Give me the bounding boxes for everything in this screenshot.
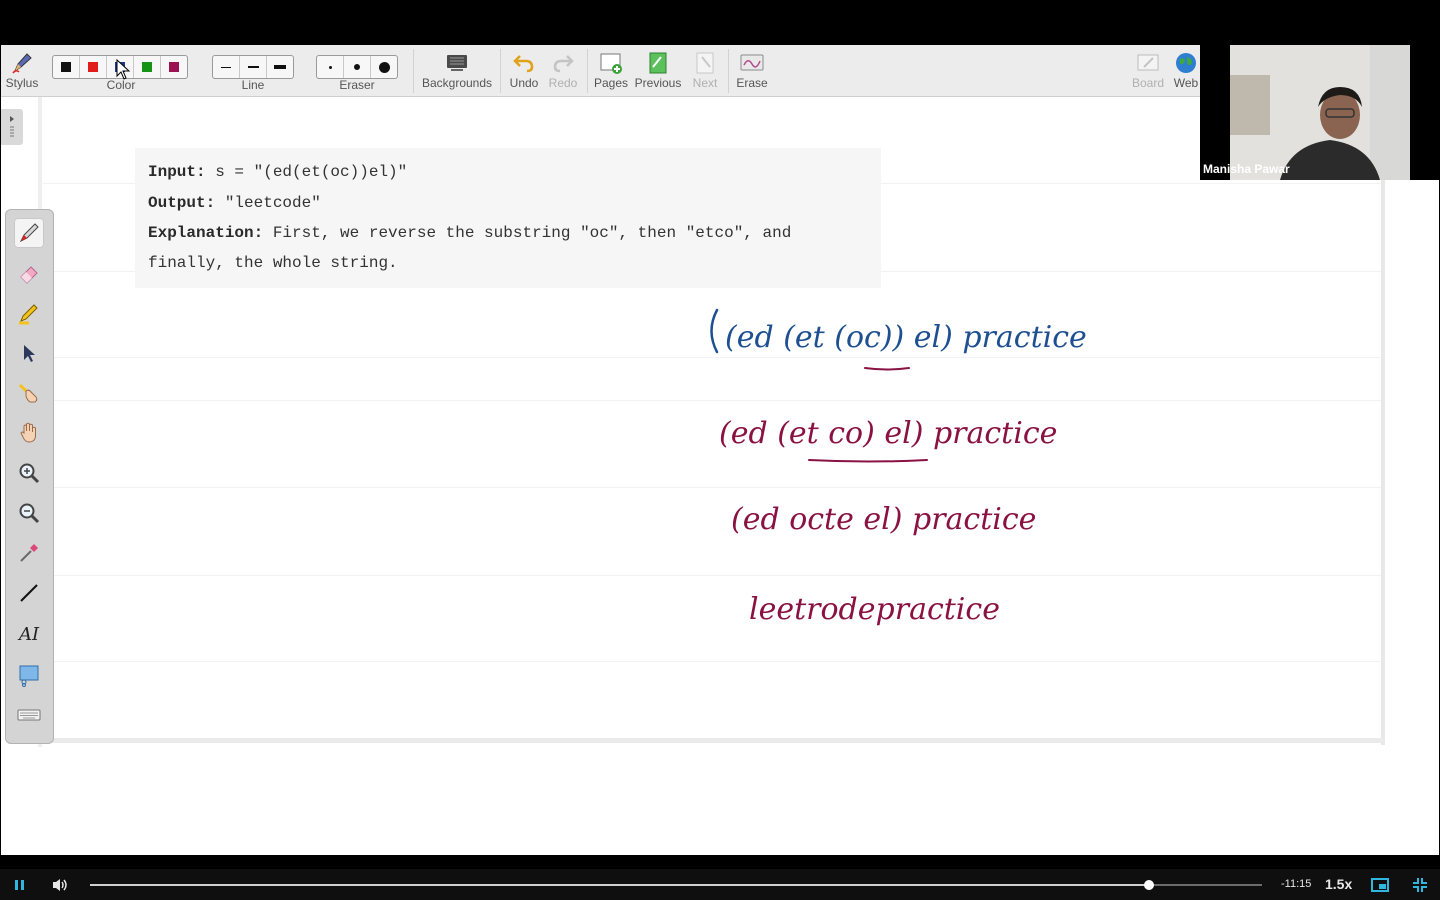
svg-text:AI: AI bbox=[17, 624, 40, 645]
exit-fullscreen-button[interactable] bbox=[1410, 875, 1430, 895]
pause-icon bbox=[15, 880, 24, 890]
handwriting-line-1-text: (ed (et (oc)) el) practice bbox=[725, 320, 1087, 355]
picture-in-picture-button[interactable] bbox=[1370, 875, 1390, 895]
progress-handle[interactable] bbox=[1144, 880, 1155, 890]
eraser-icon bbox=[20, 266, 38, 284]
text-tool-button[interactable]: AI bbox=[14, 618, 44, 648]
select-arrow-icon bbox=[24, 345, 35, 362]
zoom-out-icon bbox=[19, 503, 40, 524]
picture-in-picture-icon bbox=[1371, 878, 1389, 892]
pointer-hand-icon bbox=[18, 383, 38, 403]
progress-bar[interactable] bbox=[90, 880, 1262, 890]
handwriting-line-2: (ed (et co) el) practice bbox=[719, 416, 1057, 463]
eyedropper-tool-button[interactable] bbox=[14, 538, 44, 568]
highlighter-icon bbox=[19, 304, 38, 325]
handwriting-line-2-text: (ed (et co) el) practice bbox=[719, 416, 1057, 451]
time-remaining: -11:15 bbox=[1281, 878, 1312, 890]
text-tool-icon: AI bbox=[17, 624, 40, 645]
line-tool-button[interactable] bbox=[14, 578, 44, 608]
screen-capture-icon bbox=[19, 665, 39, 687]
zoom-in-tool-button[interactable] bbox=[14, 458, 44, 488]
mouse-cursor-icon bbox=[116, 59, 131, 80]
handwriting-line-4-text: leetrodepractice bbox=[749, 592, 1000, 627]
volume-icon bbox=[53, 879, 67, 891]
volume-button[interactable] bbox=[50, 875, 70, 895]
pause-button[interactable] bbox=[10, 875, 30, 895]
eyedropper-icon bbox=[20, 544, 38, 562]
exit-fullscreen-icon bbox=[1413, 878, 1427, 892]
screen-capture-tool-button[interactable] bbox=[14, 660, 44, 690]
handwriting-line-1: (ed (et (oc)) el) practice bbox=[710, 308, 1087, 371]
pen-tool-button[interactable] bbox=[14, 218, 44, 248]
pan-tool-button[interactable] bbox=[14, 418, 44, 448]
presenter-name: Manisha Pawar bbox=[1203, 162, 1290, 176]
pen-icon bbox=[19, 223, 39, 243]
eraser-tool-button[interactable] bbox=[14, 258, 44, 288]
keyboard-icon bbox=[17, 709, 41, 721]
keyboard-tool-button[interactable] bbox=[14, 700, 44, 730]
progress-fill bbox=[90, 884, 1150, 886]
pointer-tool-button[interactable] bbox=[14, 378, 44, 408]
select-tool-button[interactable] bbox=[14, 338, 44, 368]
handwriting-line-4: leetrodepractice bbox=[749, 592, 1000, 627]
video-player-controls: -11:15 1.5x bbox=[0, 869, 1440, 900]
presenter-webcam: Manisha Pawar bbox=[1200, 45, 1440, 180]
playback-speed-button[interactable]: 1.5x bbox=[1325, 876, 1352, 892]
handwriting-line-3: (ed octe el) practice bbox=[731, 502, 1036, 537]
highlighter-tool-button[interactable] bbox=[14, 298, 44, 328]
line-tool-icon bbox=[20, 584, 38, 602]
webcam-video bbox=[1230, 45, 1410, 180]
pan-hand-icon bbox=[20, 422, 36, 443]
zoom-in-icon bbox=[19, 463, 40, 484]
tool-palette: AI bbox=[5, 209, 54, 744]
presenter-silhouette bbox=[1230, 45, 1410, 180]
top-black-bar bbox=[0, 0, 1440, 45]
zoom-out-tool-button[interactable] bbox=[14, 498, 44, 528]
handwriting-line-3-text: (ed octe el) practice bbox=[731, 502, 1036, 537]
